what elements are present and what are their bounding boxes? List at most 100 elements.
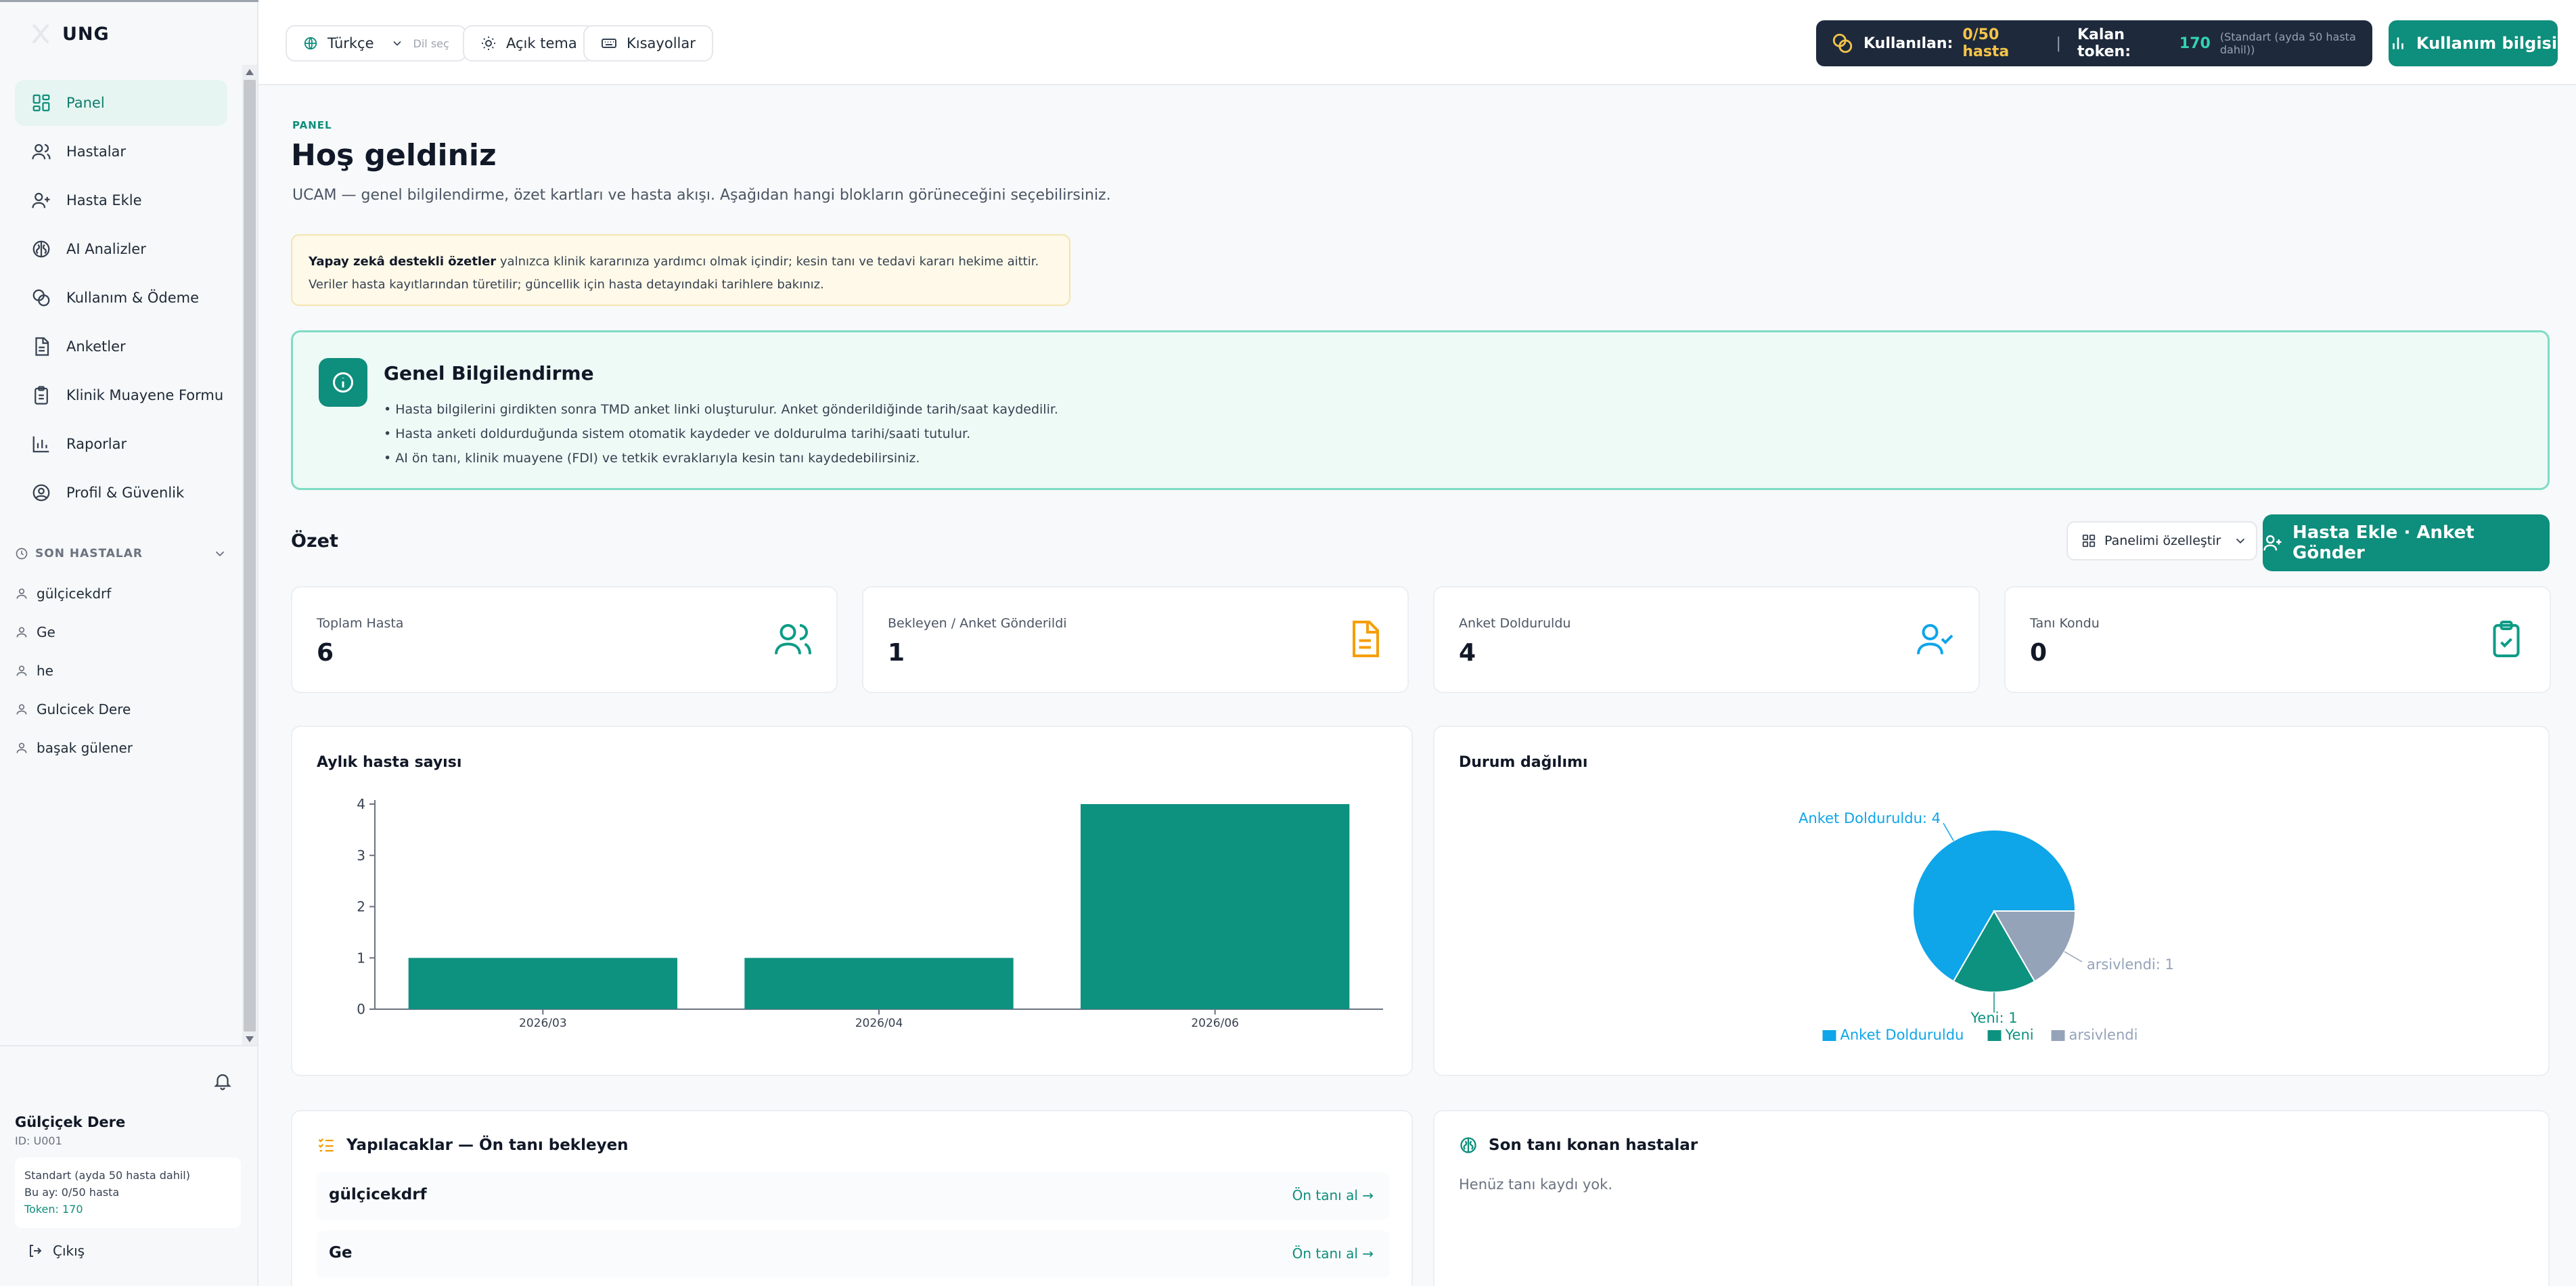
recent-diagnoses-title: Son tanı konan hastalar xyxy=(1459,1136,1698,1155)
customize-panel-button[interactable]: Panelimi özelleştir xyxy=(2066,521,2257,560)
logout-label: Çıkış xyxy=(53,1243,85,1259)
user-name: Gülçiçek Dere xyxy=(15,1114,126,1130)
chevron-down-icon xyxy=(212,546,227,561)
legend-label: arsivlendi xyxy=(2069,1027,2138,1043)
main-content: PANEL Hoş geldiniz UCAM — genel bilgilen… xyxy=(258,87,2576,1286)
sidebar-item-panel[interactable]: Panel xyxy=(15,80,227,126)
stat-card-diagnosed[interactable]: Tanı Kondu 0 xyxy=(2004,586,2551,693)
info-icon-box xyxy=(319,358,367,407)
recent-patient-item[interactable]: he xyxy=(15,651,227,690)
language-label: Türkçe xyxy=(327,35,374,51)
info-bullet: • AI ön tanı, klinik muayene (FDI) ve te… xyxy=(384,451,920,466)
bell-icon[interactable] xyxy=(212,1071,233,1091)
plan-name: Standart (ayda 50 hasta dahil) xyxy=(24,1169,190,1182)
sidebar-item-hastalar[interactable]: Hastalar xyxy=(15,129,227,175)
bar-chart-icon xyxy=(2389,35,2407,52)
sidebar-item-klinik-muayene[interactable]: Klinik Muayene Formu xyxy=(15,372,227,418)
x-tick-label: 2026/04 xyxy=(855,1017,903,1030)
recent-patient-name: Gulcicek Dere xyxy=(37,701,131,717)
bar xyxy=(1081,804,1350,1009)
y-tick-label: 0 xyxy=(357,1001,365,1017)
recent-patient-item[interactable]: başak gülener xyxy=(15,728,227,767)
list-check-icon xyxy=(317,1136,336,1155)
pre-diagnosis-link[interactable]: Ön tanı al → xyxy=(1292,1187,1374,1203)
plan-note: (Standart (ayda 50 hasta dahil)) xyxy=(2219,30,2356,56)
bar-chart-icon xyxy=(31,434,51,454)
sidebar-item-label: Raporlar xyxy=(66,436,127,452)
stat-label: Tanı Kondu xyxy=(2030,616,2100,631)
recent-patients-toggle[interactable]: SON HASTALAR xyxy=(15,541,227,566)
usage-info-button[interactable]: Kullanım bilgisi xyxy=(2389,20,2558,66)
shortcuts-button[interactable]: Kısayollar xyxy=(583,25,713,62)
user-circle-icon xyxy=(31,483,51,503)
theme-toggle-button[interactable]: Açık tema xyxy=(463,25,595,62)
stat-card-total-patients[interactable]: Toplam Hasta 6 xyxy=(291,586,838,693)
usage-summary: Kullanılan: 0/50 hasta | Kalan token: 17… xyxy=(1816,20,2372,66)
sidebar-item-raporlar[interactable]: Raporlar xyxy=(15,421,227,467)
clipboard-icon xyxy=(31,385,51,405)
scroll-down-icon[interactable] xyxy=(246,1036,254,1042)
sidebar-item-anketler[interactable]: Anketler xyxy=(15,324,227,370)
user-icon xyxy=(15,703,28,716)
stat-value: 4 xyxy=(1459,639,1476,667)
shortcuts-label: Kısayollar xyxy=(627,35,696,51)
monthly-patients-chart: 0 1 2 3 4 2026/03 2026/04 2026/06 xyxy=(357,796,1383,1030)
pie-data-label: Yeni: 1 xyxy=(1970,1010,2017,1026)
sidebar-scrollbar[interactable] xyxy=(242,65,257,1046)
pre-diagnosis-link[interactable]: Ön tanı al → xyxy=(1292,1245,1374,1262)
file-text-icon xyxy=(1344,619,1384,659)
customize-label: Panelimi özelleştir xyxy=(2104,533,2221,548)
y-tick-label: 4 xyxy=(357,796,365,812)
sidebar-item-ai-analizler[interactable]: AI Analizler xyxy=(15,226,227,272)
stat-label: Anket Dolduruldu xyxy=(1459,616,1571,631)
user-icon xyxy=(15,587,28,600)
sidebar-item-profil-guvenlik[interactable]: Profil & Güvenlik xyxy=(15,470,227,516)
pie-data-label: arsivlendi: 1 xyxy=(2087,956,2174,973)
globe-icon xyxy=(303,36,318,51)
y-tick-label: 3 xyxy=(357,847,365,864)
stat-value: 0 xyxy=(2030,639,2048,667)
user-check-icon xyxy=(1915,619,1956,659)
sidebar-item-kullanim-odeme[interactable]: Kullanım & Ödeme xyxy=(15,275,227,321)
pie-legend: Anket Dolduruldu Yeni arsivlendi xyxy=(1822,1027,2138,1043)
page-description: UCAM — genel bilgilendirme, özet kartlar… xyxy=(292,187,1111,204)
keyboard-icon xyxy=(601,35,617,51)
user-icon xyxy=(15,741,28,755)
sidebar-nav: Panel Hastalar Hasta Ekle AI Analizler K… xyxy=(15,80,227,518)
language-select[interactable]: Türkçe Dil seç xyxy=(286,25,467,62)
recent-patient-name: gülçicekdrf xyxy=(37,585,112,602)
disclaimer-bold: Yapay zekâ destekli özetler xyxy=(309,254,497,269)
scroll-up-icon[interactable] xyxy=(246,69,254,75)
user-icon xyxy=(15,664,28,678)
coins-icon xyxy=(1831,32,1854,55)
users-icon xyxy=(31,141,51,162)
user-plus-icon xyxy=(31,190,51,210)
stat-card-pending[interactable]: Bekleyen / Anket Gönderildi 1 xyxy=(862,586,1409,693)
sidebar-footer: Gülçiçek Dere ID: U001 Standart (ayda 50… xyxy=(0,1045,257,1286)
logout-button[interactable]: Çıkış xyxy=(27,1243,85,1259)
plan-token: Token: 170 xyxy=(24,1203,83,1216)
todo-patient-name: Ge xyxy=(329,1244,353,1262)
sidebar-item-hasta-ekle[interactable]: Hasta Ekle xyxy=(15,177,227,223)
stat-card-survey-filled[interactable]: Anket Dolduruldu 4 xyxy=(1433,586,1980,693)
sidebar-item-label: Hasta Ekle xyxy=(66,192,142,208)
ai-disclaimer: Yapay zekâ destekli özetler yalnızca kli… xyxy=(291,234,1070,306)
info-bullet: • Hasta anketi doldurduğunda sistem otom… xyxy=(384,426,971,441)
users-icon xyxy=(773,619,813,659)
legend-swatch xyxy=(1822,1030,1836,1041)
stat-value: 1 xyxy=(888,639,905,667)
recent-diagnoses-label: Son tanı konan hastalar xyxy=(1489,1136,1698,1154)
sidebar-item-label: Kullanım & Ödeme xyxy=(66,290,200,306)
disclaimer-text: yalnızca klinik kararınıza yardımcı olma… xyxy=(496,254,1039,269)
todo-row[interactable]: Ge Ön tanı al → xyxy=(317,1230,1390,1278)
todo-row[interactable]: gülçicekdrf Ön tanı al → xyxy=(317,1172,1390,1220)
info-card: Genel Bilgilendirme • Hasta bilgilerini … xyxy=(291,330,2550,490)
token-label: Kalan token: xyxy=(2077,26,2131,60)
recent-patient-item[interactable]: gülçicekdrf xyxy=(15,574,227,613)
add-patient-send-survey-button[interactable]: Hasta Ekle · Anket Gönder xyxy=(2263,514,2550,571)
scroll-thumb[interactable] xyxy=(244,80,256,1032)
recent-patient-item[interactable]: Ge xyxy=(15,613,227,651)
recent-patient-item[interactable]: Gulcicek Dere xyxy=(15,690,227,728)
brand[interactable]: UNG xyxy=(30,20,110,47)
summary-title: Özet xyxy=(291,531,338,552)
